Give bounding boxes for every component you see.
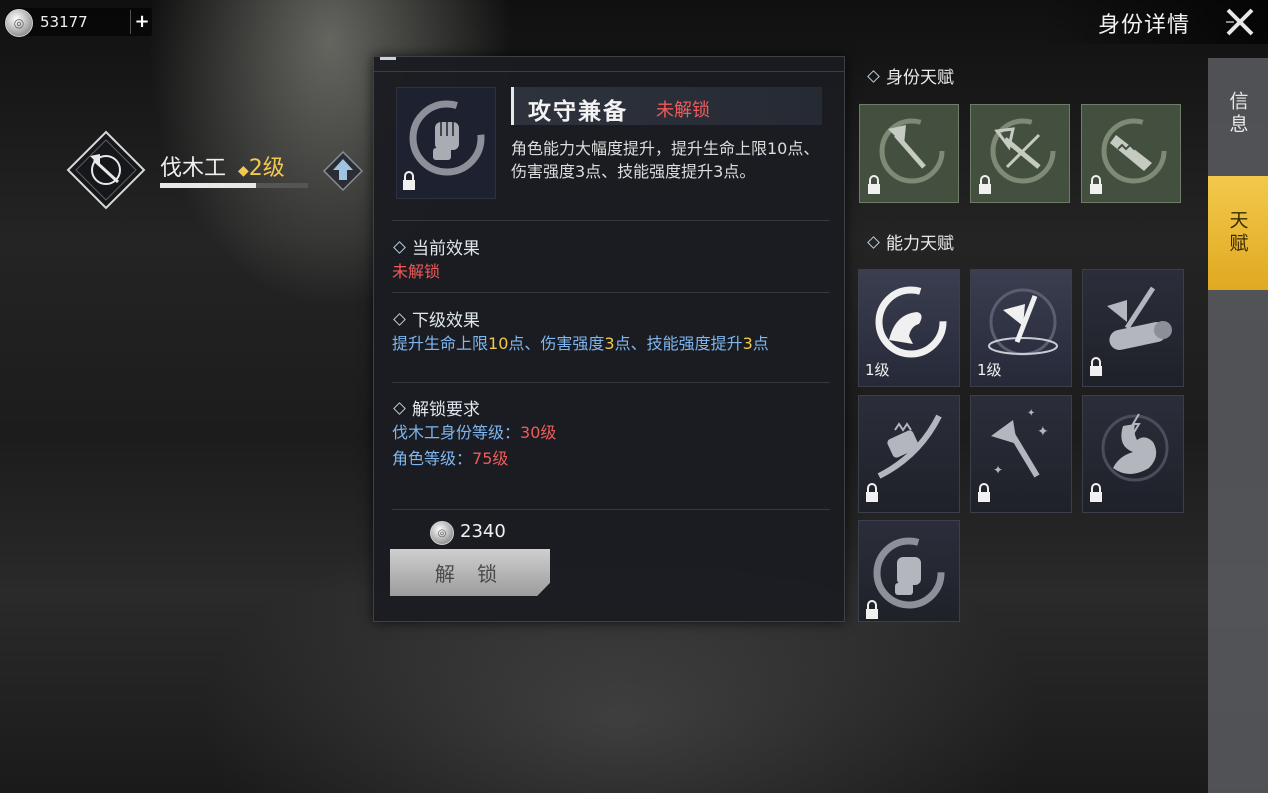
lock-icon xyxy=(1090,483,1102,502)
skill-icon-box xyxy=(396,87,496,199)
skill-status: 未解锁 xyxy=(656,100,710,121)
stomach-icon xyxy=(1090,413,1169,502)
identity-talent-card[interactable] xyxy=(1081,104,1181,203)
lock-icon xyxy=(868,175,880,194)
requirements-title-text: 解锁要求 xyxy=(412,400,480,420)
tab-info[interactable]: 信息 xyxy=(1208,58,1268,170)
svg-text:✦: ✦ xyxy=(993,463,1003,477)
silver-coin-icon: ◎ xyxy=(5,9,33,37)
next-effect-part: 点 xyxy=(752,334,769,353)
identity-progress-bar xyxy=(160,183,308,188)
lock-icon xyxy=(979,175,991,194)
divider xyxy=(392,382,830,383)
ability-talent-card[interactable] xyxy=(1082,269,1184,387)
axe-icon xyxy=(868,118,945,194)
identity-talent-card[interactable] xyxy=(970,104,1070,203)
identity-emblem xyxy=(66,130,146,210)
lock-icon xyxy=(1090,175,1102,194)
upgrade-button[interactable] xyxy=(322,150,364,192)
next-effect-title: 下级效果 xyxy=(392,306,480,331)
divider xyxy=(392,220,830,221)
skill-header: 攻守兼备 未解锁 xyxy=(511,87,822,125)
identity-talent-card[interactable] xyxy=(859,104,959,203)
upgrade-arrow-icon xyxy=(322,150,364,192)
requirement-identity-level: 伐木工身份等级：30级 xyxy=(392,423,822,442)
next-effect-value: 提升生命上限10点、伤害强度3点、技能强度提升3点 xyxy=(392,334,822,353)
identity-talent-title-text: 身份天赋 xyxy=(886,68,954,88)
ability-talent-card[interactable]: 1级 xyxy=(970,269,1072,387)
lock-icon xyxy=(866,483,878,502)
next-effect-part: 点、技能强度提升 xyxy=(614,334,743,353)
skill-description: 角色能力大幅度提升，提升生命上限10点、伤害强度3点、技能强度提升3点。 xyxy=(511,139,820,181)
page-title: 身份详情 xyxy=(1098,13,1191,38)
ability-talent-card[interactable] xyxy=(858,395,960,513)
current-effect-title-text: 当前效果 xyxy=(412,239,480,259)
requirement-value: 30级 xyxy=(520,423,557,442)
next-effect-number: 10 xyxy=(488,334,509,353)
lock-icon xyxy=(978,483,990,502)
talent-level: 1级 xyxy=(865,361,890,379)
ability-talent-card[interactable]: 1级 xyxy=(858,269,960,387)
requirement-value: 75级 xyxy=(472,449,509,468)
requirement-label: 角色等级： xyxy=(392,449,473,468)
divider xyxy=(392,292,830,293)
identity-level-text: 2级 xyxy=(248,156,285,181)
fist-icon xyxy=(403,100,485,190)
ability-talent-title: 能力天赋 xyxy=(866,229,954,254)
unlock-cost-value: 2340 xyxy=(460,521,506,542)
fist-icon xyxy=(866,537,945,619)
divider xyxy=(392,509,830,510)
silver-coin-icon: ◎ xyxy=(430,521,454,545)
talent-level: 1级 xyxy=(977,361,1002,379)
current-effect-title: 当前效果 xyxy=(392,234,480,259)
add-currency-button[interactable]: + xyxy=(130,10,153,34)
skill-name: 攻守兼备 xyxy=(528,99,628,125)
requirements-title: 解锁要求 xyxy=(392,395,480,420)
ability-talent-title-text: 能力天赋 xyxy=(886,234,954,254)
axe-log-icon xyxy=(1090,286,1172,376)
saw-icon xyxy=(1090,118,1167,194)
lumberjack-emblem-icon xyxy=(66,130,146,210)
chainsaw-icon xyxy=(866,414,942,502)
next-effect-number: 3 xyxy=(742,334,753,353)
requirement-character-level: 角色等级：75级 xyxy=(392,449,822,468)
top-bar: 身份详情 xyxy=(1040,0,1268,44)
side-tabs: 信息 天赋 xyxy=(1208,58,1268,793)
panel-top-line xyxy=(374,57,844,72)
svg-text:✦: ✦ xyxy=(1027,408,1035,419)
lock-icon xyxy=(866,600,878,619)
next-effect-part: 点、伤害强度 xyxy=(508,334,605,353)
tab-talent[interactable]: 天赋 xyxy=(1208,176,1268,290)
identity-name: 伐木工 xyxy=(160,156,227,181)
talent-detail-panel: 攻守兼备 未解锁 角色能力大幅度提升，提升生命上限10点、伤害强度3点、技能强度… xyxy=(373,56,845,622)
ability-talent-card[interactable] xyxy=(1082,395,1184,513)
identity-level: ◆2级 xyxy=(238,156,285,181)
crossed-axe-icon xyxy=(979,118,1056,194)
ability-talent-card[interactable] xyxy=(858,520,960,622)
close-icon xyxy=(1226,8,1254,36)
next-effect-part: 提升生命上限 xyxy=(392,334,489,353)
currency-amount: 53177 xyxy=(40,13,88,31)
close-button[interactable] xyxy=(1220,2,1260,42)
lock-icon xyxy=(1090,357,1102,376)
identity-talent-title: 身份天赋 xyxy=(866,63,954,88)
lock-icon xyxy=(403,171,415,190)
panel-top-mark xyxy=(380,57,396,60)
currency-display: ◎ 53177 + xyxy=(4,8,153,37)
identity-progress-fill xyxy=(160,183,257,188)
svg-text:✦: ✦ xyxy=(1037,424,1049,440)
current-effect-value: 未解锁 xyxy=(392,262,441,281)
next-effect-title-text: 下级效果 xyxy=(412,311,480,331)
sparkle-axe-icon: ✦ ✦ ✦ xyxy=(978,408,1049,502)
next-effect-number: 3 xyxy=(604,334,615,353)
ability-talent-card[interactable]: ✦ ✦ ✦ xyxy=(970,395,1072,513)
unlock-button[interactable]: 解 锁 xyxy=(390,549,550,596)
requirement-label: 伐木工身份等级： xyxy=(392,423,521,442)
